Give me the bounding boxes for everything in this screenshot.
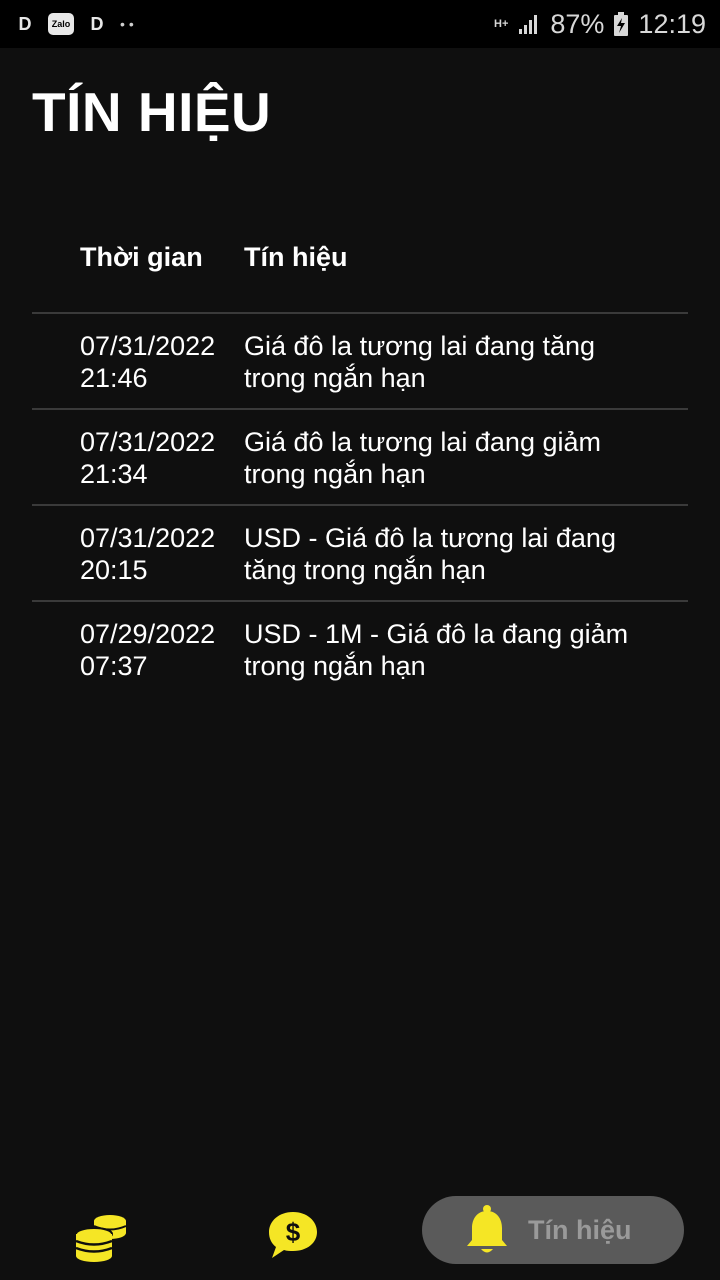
header-time: Thời gian (80, 242, 203, 272)
coins-icon[interactable] (74, 1206, 130, 1262)
status-bar-system: H+ 87% 12:19 (494, 9, 706, 40)
battery-percent: 87% (550, 8, 605, 39)
app-d-icon-2: D (90, 14, 104, 34)
status-bar: D Zalo D •• H+ 87% 12:19 (0, 0, 720, 48)
row-signal: USD - Giá đô la tương lai đang tăng tron… (244, 523, 616, 585)
row-time: 07/31/2022 20:15 (80, 523, 216, 585)
network-type-icon: H+ (494, 17, 509, 30)
signal-icon (519, 15, 538, 34)
row-signal: Giá đô la tương lai đang tăng trong ngắn… (244, 331, 596, 393)
signals-table: Thời gian Tín hiệu 07/31/2022 21:46 Giá … (32, 228, 688, 698)
zalo-icon: Zalo (48, 13, 74, 35)
app-d-icon: D (18, 14, 32, 34)
bottom-navigation: $ Tín hiệu (0, 1190, 720, 1280)
clock: 12:19 (638, 8, 706, 39)
table-row[interactable]: 07/31/2022 21:34 Giá đô la tương lai đan… (32, 410, 688, 506)
row-time: 07/31/2022 21:34 (80, 427, 216, 489)
row-time: 07/31/2022 21:46 (80, 331, 216, 393)
table-row[interactable]: 07/31/2022 20:15 USD - Giá đô la tương l… (32, 506, 688, 602)
header-signal: Tín hiệu (244, 242, 348, 272)
dollar-chat-icon[interactable]: $ (266, 1208, 320, 1262)
table-header: Thời gian Tín hiệu (32, 228, 688, 314)
battery-charging-icon (614, 12, 629, 36)
tab-signals[interactable]: Tín hiệu (422, 1196, 684, 1264)
table-row[interactable]: 07/29/2022 07:37 USD - 1M - Giá đô la đa… (32, 602, 688, 698)
page-title: TÍN HIỆU (32, 81, 272, 143)
svg-text:$: $ (286, 1217, 301, 1247)
table-row[interactable]: 07/31/2022 21:46 Giá đô la tương lai đan… (32, 314, 688, 410)
status-bar-notifications: D Zalo D •• (16, 13, 138, 35)
row-signal: USD - 1M - Giá đô la đang giảm trong ngắ… (244, 619, 629, 681)
row-time: 07/29/2022 07:37 (80, 619, 216, 681)
row-signal: Giá đô la tương lai đang giảm trong ngắn… (244, 427, 601, 489)
more-notifications-icon: •• (120, 16, 138, 32)
tab-signals-label: Tín hiệu (528, 1214, 632, 1245)
bell-icon (467, 1205, 507, 1253)
